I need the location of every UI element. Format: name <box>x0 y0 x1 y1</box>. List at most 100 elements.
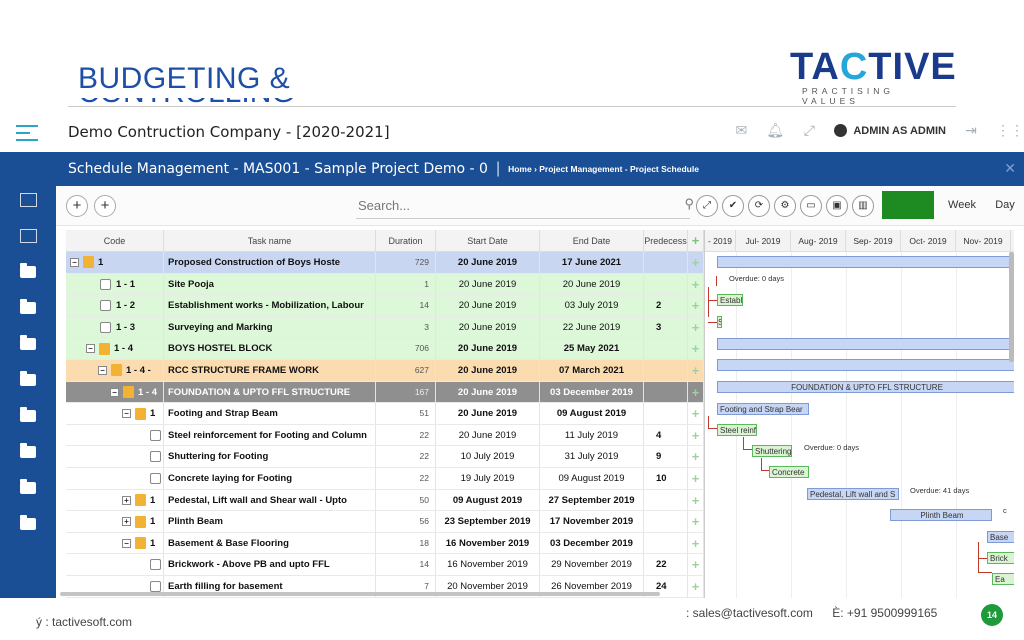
gantt-bar[interactable]: Base <box>987 531 1014 543</box>
gantt-bar[interactable]: Brick <box>987 552 1014 564</box>
expand-icon[interactable]: ⤢ <box>800 122 818 139</box>
collapse-toggle[interactable]: − <box>110 387 119 397</box>
expand-toggle[interactable]: + <box>122 517 131 527</box>
table-row[interactable]: −1 Basement & Base Flooring 18 16 Novemb… <box>66 532 704 555</box>
gantt-bar[interactable]: Steel reinf <box>717 424 757 436</box>
gantt-bar[interactable]: Pedestal, Lift wall and S <box>807 488 899 500</box>
sidebar-folder-icon[interactable] <box>18 479 38 496</box>
collapse-toggle[interactable]: − <box>98 365 107 375</box>
table-row[interactable]: Shuttering for Footing 22 10 July 2019 3… <box>66 446 704 468</box>
apps-grid-icon[interactable]: ⋮⋮ <box>996 122 1024 139</box>
view-day-button[interactable]: Day <box>990 191 1020 219</box>
chart-icon[interactable]: ▥ <box>852 195 874 217</box>
gantt-bar[interactable]: Concrete <box>769 466 809 478</box>
gantt-bar[interactable]: Ea <box>992 573 1014 585</box>
task-checkbox[interactable] <box>100 321 111 333</box>
add-row-icon[interactable]: + <box>688 554 704 575</box>
task-checkbox[interactable] <box>100 300 111 312</box>
screen-icon[interactable]: ▭ <box>800 195 822 217</box>
sidebar-folder-icon[interactable] <box>18 335 38 352</box>
collapse-toggle[interactable]: − <box>122 538 131 548</box>
close-icon[interactable]: ✕ <box>1004 160 1016 177</box>
task-checkbox[interactable] <box>150 559 161 571</box>
col-predecessor[interactable]: Predecess <box>644 230 688 251</box>
sidebar-folder-icon[interactable] <box>18 407 38 424</box>
add-row-icon[interactable]: + <box>688 532 704 554</box>
table-row[interactable]: Concrete laying for Footing 22 19 July 2… <box>66 467 704 490</box>
add-row-icon[interactable]: + <box>688 446 704 467</box>
gantt-bar[interactable]: S <box>717 316 722 328</box>
gantt-bar[interactable]: Establ <box>717 294 743 306</box>
add-row-icon[interactable]: + <box>688 403 704 424</box>
vertical-scrollbar[interactable] <box>1009 252 1014 362</box>
sidebar-dashboard-icon[interactable] <box>18 192 38 208</box>
gantt-bar[interactable] <box>717 359 1014 371</box>
mail-icon[interactable]: ✉ <box>732 122 750 139</box>
add-row-icon[interactable]: + <box>688 467 704 489</box>
col-end[interactable]: End Date <box>540 230 644 251</box>
gantt-bar[interactable] <box>717 256 1014 268</box>
refresh-icon[interactable]: ⟳ <box>748 195 770 217</box>
sidebar-folder-icon[interactable] <box>18 371 38 388</box>
add-row-icon[interactable]: + <box>688 575 704 597</box>
table-row[interactable]: 1 - 1 Site Pooja 1 20 June 2019 20 June … <box>66 273 704 296</box>
logout-icon[interactable]: ⇥ <box>962 122 980 139</box>
add-row-icon[interactable]: + <box>688 316 704 338</box>
check-icon[interactable]: ✔ <box>722 195 744 217</box>
col-duration[interactable]: Duration <box>376 230 436 251</box>
save-icon[interactable]: ▣ <box>826 195 848 217</box>
bell-icon[interactable]: 🔔︎ <box>766 122 784 139</box>
search-input[interactable]: Search... ⚲ <box>356 193 694 219</box>
fullscreen-icon[interactable]: ⤢ <box>696 195 718 217</box>
col-code[interactable]: Code <box>66 230 164 251</box>
add-task-button[interactable]: + <box>66 195 88 217</box>
add-row-icon[interactable]: + <box>688 381 704 403</box>
table-row[interactable]: −1 Proposed Construction of Boys Hoste 7… <box>66 252 704 274</box>
gantt-bar[interactable]: Footing and Strap Bear <box>717 403 809 415</box>
add-row-icon[interactable]: + <box>688 511 704 532</box>
table-row[interactable]: −1 Footing and Strap Beam 51 20 June 201… <box>66 403 704 425</box>
collapse-toggle[interactable]: − <box>70 257 79 267</box>
sidebar-folder-icon[interactable] <box>18 443 38 460</box>
table-row[interactable]: +1 Plinth Beam 56 23 September 2019 17 N… <box>66 511 704 533</box>
user-menu[interactable]: ADMIN AS ADMIN <box>834 124 946 137</box>
expand-toggle[interactable]: + <box>122 495 131 505</box>
add-row-icon[interactable]: + <box>688 424 704 446</box>
task-checkbox[interactable] <box>150 451 161 463</box>
add-row-icon[interactable]: + <box>688 489 704 511</box>
table-row[interactable]: +1 Pedestal, Lift wall and Shear wall - … <box>66 489 704 512</box>
collapse-toggle[interactable]: − <box>86 344 95 354</box>
add-row-icon[interactable]: + <box>688 252 704 273</box>
task-checkbox[interactable] <box>150 580 161 592</box>
add-row-icon[interactable]: + <box>688 359 704 381</box>
task-checkbox[interactable] <box>150 429 161 441</box>
breadcrumb[interactable]: Home › Project Management - Project Sche… <box>508 164 699 174</box>
table-row[interactable]: 1 - 3 Surveying and Marking 3 20 June 20… <box>66 316 704 339</box>
sidebar-reports-icon[interactable] <box>18 228 38 244</box>
add-row-icon[interactable]: + <box>688 338 704 359</box>
table-row[interactable]: −1 - 4 FOUNDATION & UPTO FFL STRUCTURE 1… <box>66 381 704 404</box>
col-task[interactable]: Task name <box>164 230 376 251</box>
add-column-icon[interactable]: + <box>688 230 704 251</box>
gantt-bar[interactable] <box>717 338 1014 350</box>
add-subtask-button[interactable]: + <box>94 195 116 217</box>
task-checkbox[interactable] <box>100 278 111 290</box>
table-row[interactable]: 1 - 2 Establishment works - Mobilization… <box>66 295 704 317</box>
view-week-button[interactable]: Week <box>942 191 982 219</box>
col-start[interactable]: Start Date <box>436 230 540 251</box>
add-row-icon[interactable]: + <box>688 273 704 295</box>
table-row[interactable]: −1 - 4 BOYS HOSTEL BLOCK 706 20 June 201… <box>66 338 704 360</box>
gear-icon[interactable]: ⚙ <box>774 195 796 217</box>
add-row-icon[interactable]: + <box>688 295 704 316</box>
horizontal-scrollbar[interactable] <box>60 592 660 596</box>
collapse-toggle[interactable]: − <box>122 409 131 419</box>
menu-icon[interactable] <box>16 125 38 141</box>
view-month-button[interactable]: Month <box>882 191 934 219</box>
table-row[interactable]: Steel reinforcement for Footing and Colu… <box>66 424 704 447</box>
task-checkbox[interactable] <box>150 472 161 484</box>
sidebar-folder-icon[interactable] <box>18 299 38 316</box>
table-row[interactable]: −1 - 4 - RCC STRUCTURE FRAME WORK 627 20… <box>66 359 704 382</box>
gantt-bar[interactable]: FOUNDATION & UPTO FFL STRUCTURE <box>717 381 1014 393</box>
gantt-bar[interactable]: Shuttering <box>752 445 792 457</box>
sidebar-folder-icon[interactable] <box>18 263 38 280</box>
